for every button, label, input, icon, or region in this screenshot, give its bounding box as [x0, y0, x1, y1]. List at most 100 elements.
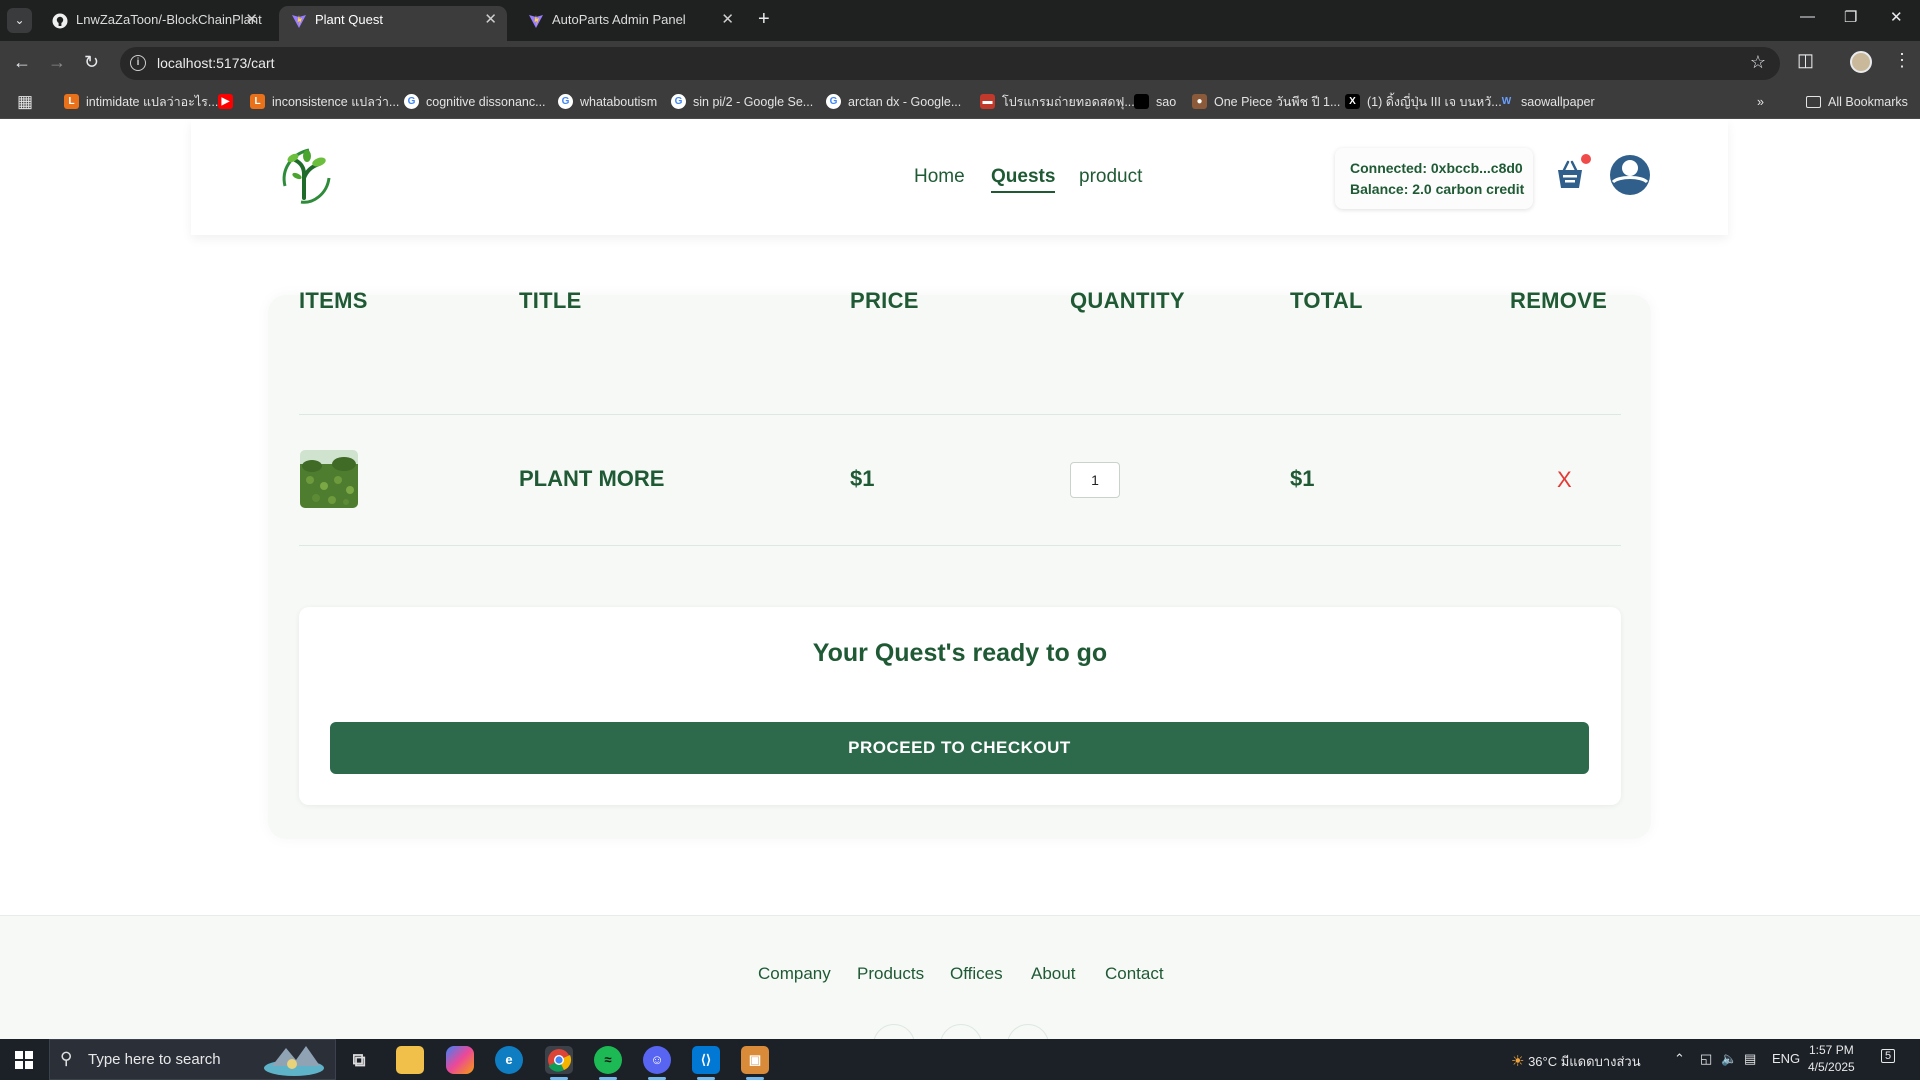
bookmark-item[interactable]: Gwhataboutism — [558, 93, 657, 111]
tray-overflow-icon[interactable]: ⌃ — [1674, 1051, 1685, 1067]
footer-link-contact[interactable]: Contact — [1105, 964, 1164, 984]
plant-field-image — [300, 450, 358, 508]
youtube-icon: ▶ — [218, 94, 233, 109]
minimize-button[interactable]: — — [1800, 8, 1815, 25]
bookmark-item[interactable]: sao — [1134, 93, 1176, 111]
close-window-button[interactable]: ✕ — [1890, 8, 1903, 26]
bookmark-item[interactable]: Lintimidate แปลว่าอะไร... — [64, 93, 218, 111]
bookmark-item[interactable]: Wsaowallpaper — [1499, 93, 1595, 111]
network-icon[interactable]: ▤ — [1744, 1051, 1756, 1067]
social-icon[interactable] — [1007, 1024, 1049, 1039]
cart-basket-icon[interactable] — [1553, 158, 1587, 192]
bookmark-item[interactable]: X (1) ดิ้งญี่ปุ่น III เจ บนหวั... — [1345, 93, 1502, 111]
nav-product[interactable]: product — [1079, 166, 1142, 188]
product-thumbnail — [300, 450, 358, 508]
column-header-title: TITLE — [519, 288, 582, 313]
forward-arrow-icon[interactable]: → — [48, 51, 66, 73]
bookmark-favicon-icon: ● — [1192, 94, 1207, 109]
remove-item-button[interactable]: X — [1557, 468, 1572, 492]
social-icon[interactable] — [873, 1024, 915, 1039]
summary-title: Your Quest's ready to go — [812, 639, 1108, 667]
volume-icon[interactable]: 🔈 — [1721, 1051, 1737, 1067]
tab-search-button[interactable]: ⌄ — [7, 8, 32, 33]
bookmark-item[interactable]: Linconsistence แปลว่า... — [250, 93, 399, 111]
all-bookmarks-button[interactable]: All Bookmarks — [1806, 93, 1908, 111]
bookmark-star-icon[interactable]: ☆ — [1750, 52, 1766, 73]
bookmark-item[interactable]: ● One Piece วันพีช ปี 1... — [1192, 93, 1340, 111]
bookmarks-overflow-icon[interactable]: » — [1757, 93, 1764, 111]
chrome-icon[interactable] — [545, 1046, 573, 1080]
vscode-icon[interactable]: ⟨⟩ — [692, 1046, 720, 1080]
site-header: Home Quests product Connected: 0xbccb...… — [191, 120, 1728, 235]
bookmark-item[interactable]: ▬ โปรแกรมถ่ายทอดสดฟุ... — [980, 93, 1135, 111]
tab-github[interactable]: LnwZaZaToon/-BlockChainPlant ✕ — [40, 6, 268, 41]
google-icon: G — [671, 94, 686, 109]
bookmarks-bar: Lintimidate แปลว่าอะไร... ▶ Linconsisten… — [0, 85, 1920, 119]
close-tab-icon[interactable]: ✕ — [721, 6, 734, 34]
search-icon: ⚲ — [60, 1049, 73, 1068]
task-view-icon[interactable]: ⧉ — [345, 1046, 373, 1074]
notification-center-icon[interactable]: 5 — [1881, 1049, 1896, 1063]
back-arrow-icon[interactable]: ← — [13, 51, 31, 73]
file-explorer-icon[interactable] — [396, 1046, 424, 1074]
profile-avatar[interactable] — [1850, 51, 1872, 73]
url-text[interactable]: localhost:5173/cart — [157, 55, 275, 71]
windows-start-icon[interactable] — [15, 1051, 33, 1069]
taskbar-clock[interactable]: 1:57 PM 4/5/2025 — [1808, 1042, 1855, 1076]
restore-button[interactable]: ❐ — [1844, 8, 1857, 26]
tab-autoparts[interactable]: AutoParts Admin Panel ✕ — [516, 6, 744, 41]
package-app-icon[interactable]: ▣ — [741, 1046, 769, 1080]
footer-link-offices[interactable]: Offices — [950, 964, 1003, 984]
plant-logo-icon[interactable] — [271, 140, 337, 206]
folder-icon — [1806, 96, 1821, 108]
windows-taskbar: ⚲ Type here to search ⧉ e ≈ ☺ ⟨⟩ ▣ ☀ 36°… — [0, 1039, 1920, 1080]
nav-quests[interactable]: Quests — [991, 166, 1056, 193]
taskbar-search[interactable]: ⚲ Type here to search — [49, 1039, 336, 1080]
copilot-icon[interactable] — [446, 1046, 474, 1074]
divider — [299, 414, 1621, 415]
nav-home[interactable]: Home — [914, 166, 965, 188]
language-indicator[interactable]: ENG — [1772, 1051, 1800, 1066]
tab-plant-quest[interactable]: Plant Quest ✕ — [279, 6, 507, 41]
wallet-status: Connected: 0xbccb...c8d0 Balance: 2.0 ca… — [1335, 148, 1533, 209]
close-tab-icon[interactable]: ✕ — [484, 6, 497, 34]
apps-grid-icon[interactable]: ▦ — [17, 92, 33, 112]
github-icon — [52, 13, 68, 29]
item-price: $1 — [850, 466, 875, 491]
tab-label: AutoParts Admin Panel — [552, 12, 686, 27]
page-content: Home Quests product Connected: 0xbccb...… — [0, 120, 1920, 1039]
edge-icon[interactable]: e — [495, 1046, 523, 1074]
extensions-icon[interactable]: ◫ — [1797, 50, 1814, 71]
bookmark-item[interactable]: Gcognitive dissonanc... — [404, 93, 546, 111]
spotify-icon[interactable]: ≈ — [594, 1046, 622, 1080]
proceed-to-checkout-button[interactable]: PROCEED TO CHECKOUT — [330, 722, 1589, 774]
user-avatar-icon[interactable] — [1609, 154, 1651, 196]
address-bar[interactable]: i localhost:5173/cart ☆ — [120, 47, 1780, 80]
footer-link-products[interactable]: Products — [857, 964, 924, 984]
column-header-items: ITEMS — [299, 288, 368, 313]
close-tab-icon[interactable]: ✕ — [245, 6, 258, 34]
vite-icon — [529, 15, 543, 28]
new-tab-button[interactable]: + — [758, 8, 770, 30]
weather-widget[interactable]: ☀ 36°C มีแดดบางส่วน — [1511, 1051, 1641, 1072]
google-icon: G — [826, 94, 841, 109]
wallet-connected: Connected: 0xbccb...c8d0 — [1350, 160, 1523, 176]
item-total: $1 — [1290, 466, 1315, 491]
search-highlight-illustration-icon — [264, 1046, 324, 1076]
site-info-icon[interactable]: i — [130, 55, 146, 71]
bookmark-item[interactable]: Gsin pi/2 - Google Se... — [671, 93, 813, 111]
menu-kebab-icon[interactable]: ⋮ — [1893, 50, 1911, 71]
bookmark-favicon-icon — [1134, 94, 1149, 109]
reload-icon[interactable]: ↻ — [84, 51, 99, 73]
bookmark-favicon-icon: L — [250, 94, 265, 109]
tab-label: Plant Quest — [315, 12, 383, 27]
quantity-input[interactable]: 1 — [1070, 462, 1120, 498]
social-icon[interactable] — [940, 1024, 982, 1039]
meet-now-icon[interactable]: ◱ — [1700, 1051, 1712, 1067]
footer-link-about[interactable]: About — [1031, 964, 1075, 984]
discord-icon[interactable]: ☺ — [643, 1046, 671, 1080]
bookmark-item[interactable]: Garctan dx - Google... — [826, 93, 961, 111]
bookmark-favicon-icon: ▬ — [980, 94, 995, 109]
google-icon: G — [558, 94, 573, 109]
footer-link-company[interactable]: Company — [758, 964, 831, 984]
